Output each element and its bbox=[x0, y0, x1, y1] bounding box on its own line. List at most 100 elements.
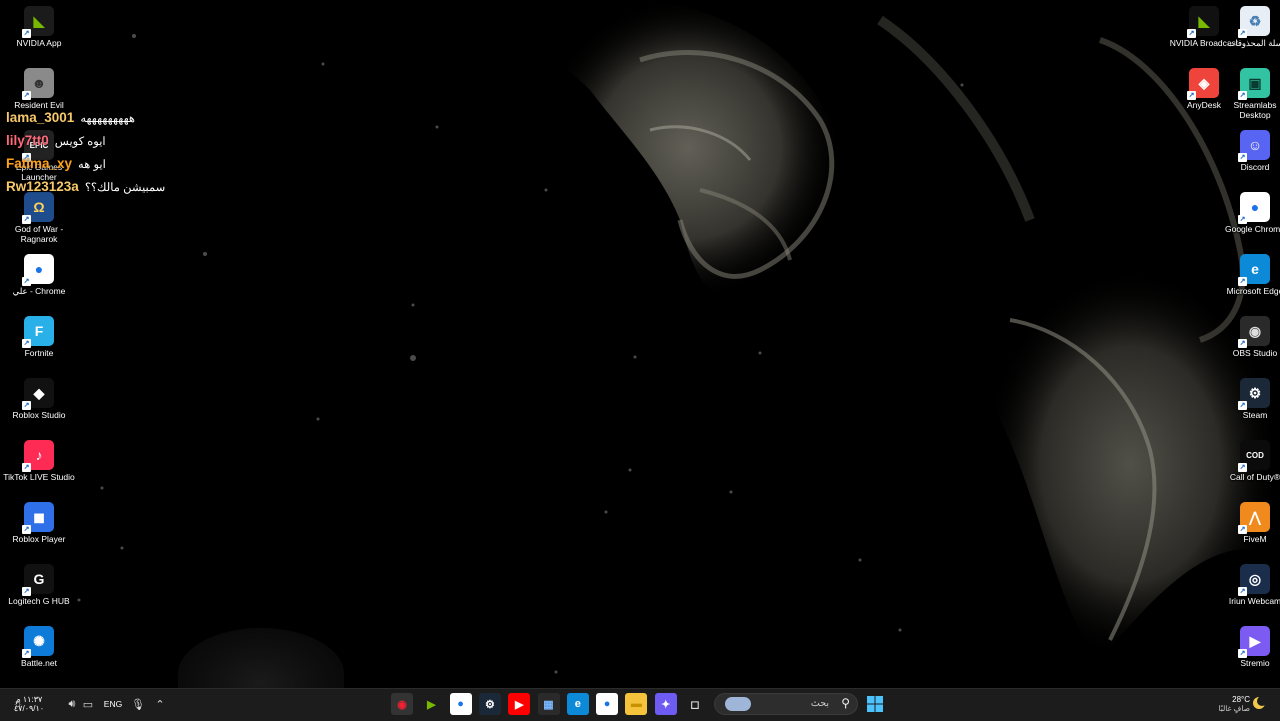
steam-taskbar-icon[interactable]: ⚙ bbox=[478, 693, 501, 715]
search-icon: ⚲ bbox=[841, 696, 850, 710]
shortcut-label: Discord bbox=[1240, 162, 1270, 172]
desktop-shortcut[interactable]: ◎ ↗ Iriun Webcam bbox=[1217, 564, 1280, 606]
desktop-shortcut[interactable]: ▶ ↗ Stremio bbox=[1217, 626, 1280, 668]
desktop-shortcut[interactable]: ◣ ↗ NVIDIA App bbox=[1, 6, 77, 48]
shortcut-arrow-icon: ↗ bbox=[1238, 153, 1247, 162]
nvidia-broadcast-icon: ◣ ↗ bbox=[1187, 6, 1219, 38]
desktop-shortcut[interactable]: e ↗ Microsoft Edge bbox=[1217, 254, 1280, 296]
windows-start-icon bbox=[867, 696, 883, 712]
chat-message: lily7tt0 ايوه كويس bbox=[6, 129, 165, 152]
shortcut-label: Roblox Studio bbox=[12, 410, 66, 420]
chat-username: Rw123123a bbox=[6, 179, 79, 194]
shortcut-arrow-icon: ↗ bbox=[22, 215, 31, 224]
desktop-shortcut[interactable]: ☻ ↗ Resident Evil bbox=[1, 68, 77, 110]
chevron-up-icon[interactable]: ⌃ bbox=[152, 696, 168, 712]
shortcut-arrow-icon: ↗ bbox=[1238, 215, 1247, 224]
shortcut-arrow-icon: ↗ bbox=[1238, 401, 1247, 410]
edge-taskbar-icon[interactable]: e bbox=[566, 693, 589, 715]
network-icon[interactable]: ▭ bbox=[80, 696, 96, 712]
shortcut-label: Logitech G HUB bbox=[8, 596, 70, 606]
microphone-icon[interactable]: 🎙︎ bbox=[130, 696, 146, 712]
shortcut-arrow-icon: ↗ bbox=[1238, 91, 1247, 100]
shortcut-label: Fortnite bbox=[24, 348, 54, 358]
desktop-shortcut[interactable]: ✺ ↗ Battle.net bbox=[1, 626, 77, 668]
desktop-shortcut[interactable]: Ω ↗ God of War - Ragnarok bbox=[1, 192, 77, 244]
desktop-shortcut[interactable]: F ↗ Fortnite bbox=[1, 316, 77, 358]
copilot-taskbar-icon[interactable]: ✦ bbox=[654, 693, 677, 715]
streamlabs-icon: ▣ ↗ bbox=[1238, 68, 1270, 100]
desktop-shortcut[interactable]: ⚙ ↗ Steam bbox=[1217, 378, 1280, 420]
shortcut-label: Battle.net bbox=[21, 658, 57, 668]
chat-username: Fatima_xy bbox=[6, 156, 73, 171]
chat-message: Fatima_xy ايو هه bbox=[6, 152, 165, 175]
chrome-profile-taskbar-icon[interactable]: ● bbox=[449, 693, 472, 715]
youtube-taskbar-icon[interactable]: ▶ bbox=[508, 693, 531, 715]
shortcut-arrow-icon: ↗ bbox=[22, 277, 31, 286]
roblox-studio-icon: ◆ ↗ bbox=[22, 378, 54, 410]
recycle-bin-icon: ♻ ↗ bbox=[1238, 6, 1270, 38]
shortcut-arrow-icon: ↗ bbox=[22, 587, 31, 596]
desktop-shortcut[interactable]: ♻ ↗ سلة المحذوفات bbox=[1217, 6, 1280, 48]
shortcut-label: OBS Studio bbox=[1232, 348, 1278, 358]
shortcut-label: TikTok LIVE Studio bbox=[3, 472, 75, 482]
edge-icon: e ↗ bbox=[1238, 254, 1270, 286]
shortcut-arrow-icon: ↗ bbox=[1238, 277, 1247, 286]
desktop-shortcut[interactable]: ☺ ↗ Discord bbox=[1217, 130, 1280, 172]
shortcut-label: Google Chrome bbox=[1224, 224, 1280, 234]
obs-icon: ◉ ↗ bbox=[1238, 316, 1270, 348]
desktop-shortcut[interactable]: ● ↗ علي - Chrome bbox=[1, 254, 77, 296]
shortcut-label: Stremio bbox=[1240, 658, 1270, 668]
task-view-taskbar-icon[interactable]: ◻ bbox=[684, 693, 706, 715]
shortcut-arrow-icon: ↗ bbox=[22, 525, 31, 534]
start-button[interactable] bbox=[864, 693, 886, 715]
stremio-icon: ▶ ↗ bbox=[1238, 626, 1270, 658]
language-indicator[interactable]: ENG bbox=[100, 696, 126, 712]
chat-message: lama_3001 هههههههههه bbox=[6, 106, 165, 129]
obs-taskbar-icon[interactable]: ◉ bbox=[391, 693, 413, 715]
notification-bell-icon[interactable]: ☼ bbox=[13, 698, 23, 710]
search-box[interactable]: بحث ⚲ bbox=[714, 693, 858, 715]
microsoft-store-taskbar-icon[interactable]: ▦ bbox=[537, 693, 560, 715]
shortcut-label: AnyDesk bbox=[1186, 100, 1221, 110]
fortnite-icon: F ↗ bbox=[22, 316, 54, 348]
volume-icon[interactable]: 🔊︎ bbox=[64, 696, 80, 712]
shortcut-arrow-icon: ↗ bbox=[22, 649, 31, 658]
iriun-webcam-icon: ◎ ↗ bbox=[1238, 564, 1270, 596]
desktop-shortcut[interactable]: ◼ ↗ Roblox Player bbox=[1, 502, 77, 544]
weather-temp: 28°C bbox=[1232, 695, 1250, 704]
desktop-shortcut[interactable]: COD ↗ Call of Duty® bbox=[1217, 440, 1280, 482]
desktop-shortcut[interactable]: G ↗ Logitech G HUB bbox=[1, 564, 77, 606]
weather-desc: صافٍ غالبًا bbox=[1218, 704, 1250, 713]
chrome-icon: ● ↗ bbox=[1238, 192, 1270, 224]
resident-evil-icon: ☻ ↗ bbox=[22, 68, 54, 100]
desktop-shortcut[interactable]: ▣ ↗ Streamlabs Desktop bbox=[1217, 68, 1280, 120]
chat-username: lama_3001 bbox=[6, 110, 75, 125]
desktop-wallpaper bbox=[0, 0, 1280, 688]
chat-text: سمبيشن مالك؟؟ bbox=[84, 181, 166, 194]
chat-username: lily7tt0 bbox=[6, 133, 49, 148]
stream-chat-overlay: lama_3001 هههههههههه lily7tt0 ايوه كويس … bbox=[6, 106, 165, 198]
shortcut-label: FiveM bbox=[1243, 534, 1267, 544]
shortcut-label: God of War - Ragnarok bbox=[14, 224, 64, 244]
shortcut-label: Steam bbox=[1242, 410, 1268, 420]
file-explorer-taskbar-icon[interactable]: ▬ bbox=[625, 693, 648, 715]
shortcut-arrow-icon: ↗ bbox=[1187, 91, 1196, 100]
chat-message: Rw123123a سمبيشن مالك؟؟ bbox=[6, 175, 165, 198]
desktop-shortcut[interactable]: ⋀ ↗ FiveM bbox=[1217, 502, 1280, 544]
desktop-shortcut[interactable]: ♪ ↗ TikTok LIVE Studio bbox=[1, 440, 77, 482]
shortcut-arrow-icon: ↗ bbox=[22, 401, 31, 410]
desktop-shortcut[interactable]: ◆ ↗ Roblox Studio bbox=[1, 378, 77, 420]
shortcut-label: Microsoft Edge bbox=[1226, 286, 1280, 296]
desktop-shortcut[interactable]: ● ↗ Google Chrome bbox=[1217, 192, 1280, 234]
shortcut-label: علي - Chrome bbox=[12, 286, 66, 296]
shortcut-arrow-icon: ↗ bbox=[22, 91, 31, 100]
fivem-icon: ⋀ ↗ bbox=[1238, 502, 1270, 534]
shortcut-label: Streamlabs Desktop bbox=[1233, 100, 1277, 120]
chrome-taskbar-icon[interactable]: ● bbox=[596, 693, 619, 715]
desktop-shortcut[interactable]: ◉ ↗ OBS Studio bbox=[1217, 316, 1280, 358]
shortcut-arrow-icon: ↗ bbox=[1238, 525, 1247, 534]
weather-widget[interactable]: 28°C صافٍ غالبًا bbox=[1204, 693, 1250, 715]
nvidia-taskbar-icon[interactable]: ▶ bbox=[420, 693, 443, 715]
anydesk-icon: ◈ ↗ bbox=[1187, 68, 1219, 100]
search-placeholder: بحث bbox=[810, 698, 829, 709]
